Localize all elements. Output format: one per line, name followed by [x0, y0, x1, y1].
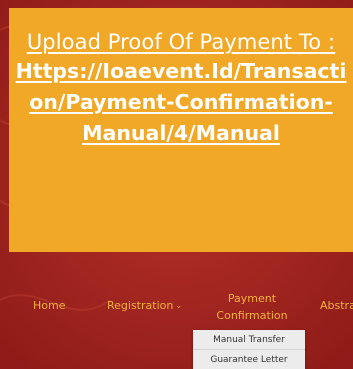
payment-dropdown-menu: Manual Transfer Guarantee Letter — [193, 330, 305, 369]
chevron-down-icon: ⌄ — [297, 49, 304, 58]
nav-payment-label-1: Payment — [227, 292, 277, 305]
nav-registration-label: Registration — [107, 299, 174, 312]
nav-home-label: Home — [33, 299, 66, 312]
nav-abstract-label: Abstra — [320, 299, 353, 312]
upload-instructions-link[interactable]: Upload Proof Of Payment To : Https://Ioa… — [9, 28, 353, 149]
menu-item-manual-transfer[interactable]: Manual Transfer — [193, 330, 305, 350]
banner-line-4: Manual/4/Manual — [82, 121, 280, 145]
banner-line-2: Https://Ioaevent.Id/Transacti — [15, 59, 347, 83]
nav-abstract[interactable]: Abstra — [320, 299, 353, 313]
nav-payment-confirmation[interactable]: Payment Confirmation — [214, 290, 290, 324]
banner-line-3: on/Payment-Confirmation- — [29, 90, 333, 114]
page-root: Upload Proof Of Payment To : Https://Ioa… — [0, 0, 353, 369]
menu-item-guarantee-letter[interactable]: Guarantee Letter — [193, 350, 305, 369]
info-banner: Upload Proof Of Payment To : Https://Ioa… — [9, 8, 353, 252]
nav-payment-label-2: Confirmation — [216, 309, 288, 322]
chevron-down-icon: ⌄ — [175, 301, 183, 310]
nav-home[interactable]: Home — [33, 299, 65, 313]
nav-registration[interactable]: Registration ⌄ — [107, 299, 182, 314]
